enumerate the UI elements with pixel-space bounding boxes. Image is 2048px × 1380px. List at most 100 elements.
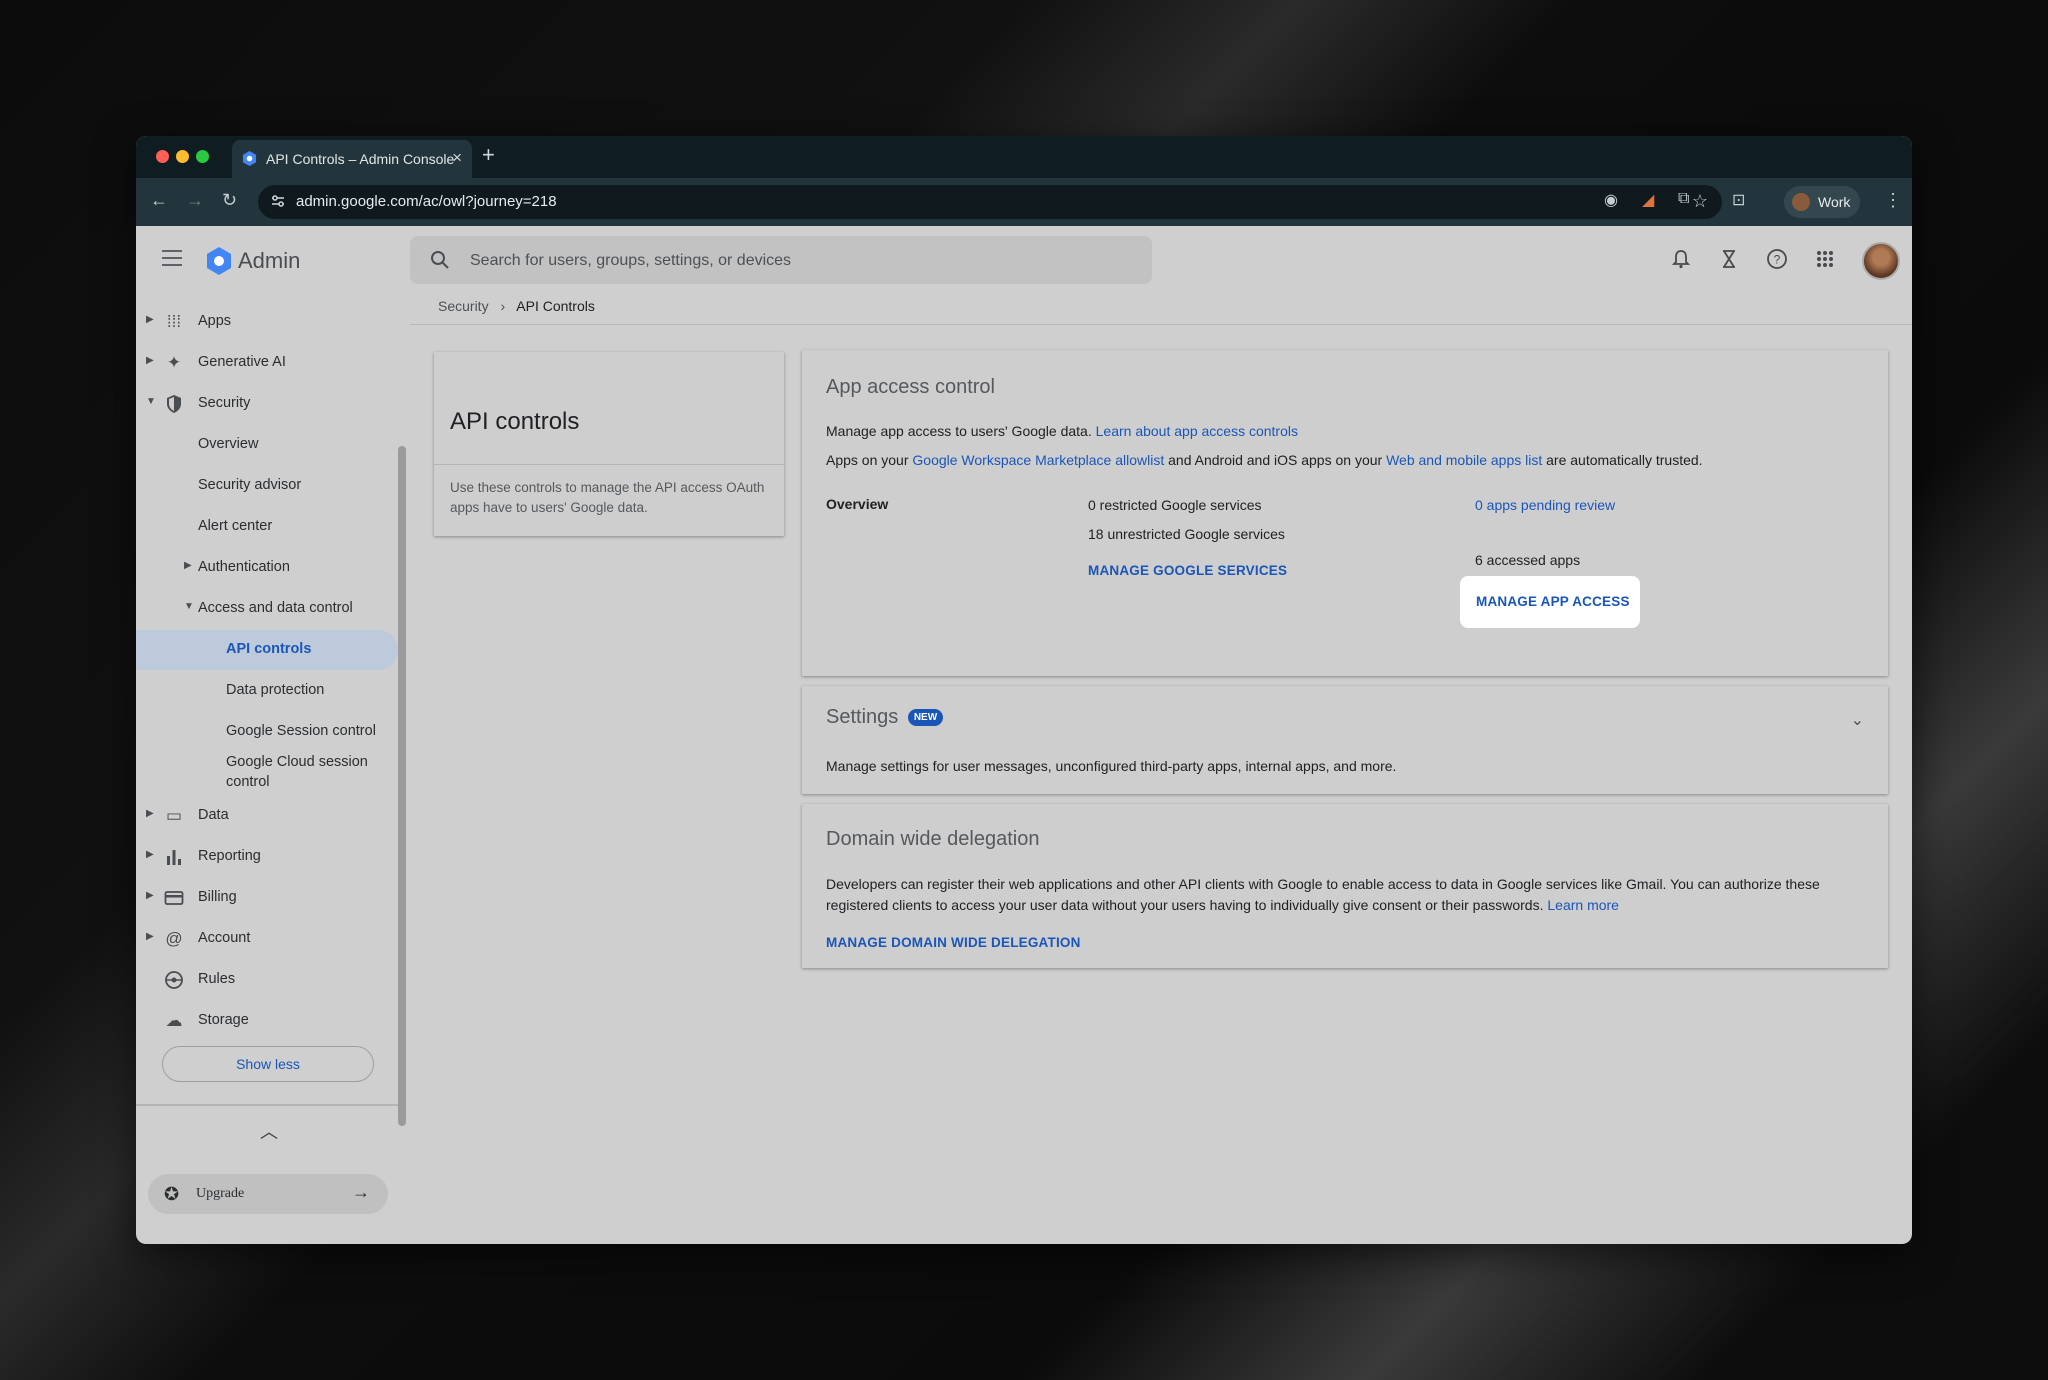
sidebar-item-label: Security advisor [198,477,302,493]
back-icon[interactable]: ← [150,190,168,211]
cloud-icon: ☁ [165,1011,183,1030]
accessed-apps-count: 6 accessed apps [1475,552,1581,568]
url-text: admin.google.com/ac/owl?journey=218 [296,193,557,210]
sidebar-item-label: Overview [198,436,259,452]
maximize-window-button[interactable] [196,150,209,163]
expand-caret-icon: ▶ [146,355,154,366]
app-name: Admin [238,248,301,273]
site-info-icon[interactable] [270,193,286,209]
sidebar-item-account[interactable]: ▶ @ Account [136,919,398,959]
learn-more-link[interactable]: Learn more [1547,897,1619,913]
minimize-window-button[interactable] [176,150,189,163]
sidebar-item-label: Reporting [198,848,261,864]
sidebar-item-label: Google Session control [226,723,376,739]
address-bar[interactable]: admin.google.com/ac/owl?journey=218 ☆ [258,185,1722,219]
app-header: Admin ? [136,226,1912,294]
extensions-puzzle-icon[interactable]: ⧉ [1678,190,1689,208]
sidebar-item-label: Security [198,395,251,411]
bookmark-star-icon[interactable]: ☆ [1692,191,1708,212]
show-less-button[interactable]: Show less [162,1046,374,1082]
browser-toolbar: ← → ↻ admin.google.com/ac/owl?journey=21… [136,178,1912,226]
line2-text-a: Apps on your [826,452,909,468]
info-card-title: API controls [450,408,580,435]
sidebar-item-authentication[interactable]: ▶ Authentication [136,548,398,588]
sidebar-scrollbar[interactable] [398,446,406,1126]
notifications-bell-icon[interactable] [1670,248,1692,270]
apps-grid-icon[interactable] [1814,248,1836,270]
profile-avatar [1792,193,1810,211]
forward-icon[interactable]: → [186,190,204,211]
breadcrumb-security[interactable]: Security [438,298,489,314]
extension-icon[interactable]: ◢ [1642,190,1654,210]
manage-app-access-button[interactable]: MANAGE APP ACCESS [1476,594,1630,609]
delegation-title: Domain wide delegation [826,828,1040,850]
apps-grid-icon: ⁞⁞⁞ [166,312,182,331]
sidebar-item-rules[interactable]: Rules [136,960,398,1000]
sidebar-item-label: Generative AI [198,354,286,370]
delegation-line2: registered clients to access your user d… [826,897,1619,913]
main-menu-icon[interactable] [162,250,182,266]
search-input[interactable] [468,248,1112,274]
app-access-line2: Apps on your Google Workspace Marketplac… [826,452,1703,468]
sidebar-item-label: Rules [198,971,236,987]
app-access-title: App access control [826,376,995,398]
breadcrumb-current: API Controls [516,298,595,314]
apps-pending-review-link[interactable]: 0 apps pending review [1475,497,1615,513]
sidebar-item-storage[interactable]: ☁ Storage [136,1001,398,1041]
learn-app-access-link[interactable]: Learn about app access controls [1096,423,1298,439]
sidebar-item-security-advisor[interactable]: Security advisor [136,466,398,506]
sidebar-item-google-cloud-session-control[interactable]: Google Cloud session control [136,746,398,792]
shield-icon [167,395,181,413]
sidebar-item-label: Authentication [198,559,290,575]
rules-wheel-icon [165,971,183,989]
sidebar-item-apps[interactable]: ▶ ⁞⁞⁞ Apps [136,302,398,342]
account-avatar[interactable] [1862,242,1900,280]
password-manager-icon[interactable]: ◉ [1604,190,1618,210]
settings-title: Settings NEW [826,706,944,729]
at-sign-icon: @ [165,929,183,948]
info-card-divider [434,464,784,465]
sidebar-item-access-and-data-control[interactable]: ▼ Access and data control [136,589,398,629]
settings-card[interactable]: Settings NEW ⌄ Manage settings for user … [802,686,1888,794]
line2-text-c: are automatically trusted. [1546,452,1703,468]
close-tab-icon[interactable]: × [452,148,462,168]
svg-text:?: ? [1774,253,1781,267]
sidebar-item-overview[interactable]: Overview [136,425,398,465]
sparkle-icon: ✦ [166,353,182,372]
settings-description: Manage settings for user messages, uncon… [826,758,1397,774]
line2-text-b: and Android and iOS apps on your [1168,452,1383,468]
browser-menu-icon[interactable]: ⋮ [1884,190,1902,211]
browser-tab[interactable]: API Controls – Admin Console × [232,140,472,178]
overview-label: Overview [826,496,889,512]
tasks-hourglass-icon[interactable] [1718,248,1740,270]
search-bar[interactable] [410,236,1152,284]
api-controls-info-card: API controls Use these controls to manag… [434,352,784,536]
sidebar-item-security[interactable]: ▼ Security [136,384,398,424]
manage-domain-wide-delegation-button[interactable]: MANAGE DOMAIN WIDE DELEGATION [826,935,1081,950]
delegation-line2-text: registered clients to access your user d… [826,897,1544,913]
profile-button[interactable]: Work [1784,186,1860,218]
sidebar-item-label: Alert center [198,518,273,534]
sidebar-item-data-protection[interactable]: Data protection [136,671,398,711]
manage-google-services-button[interactable]: MANAGE GOOGLE SERVICES [1088,563,1287,578]
upgrade-button[interactable]: ✪ Upgrade → [148,1174,388,1214]
collapse-chevron-up-icon[interactable]: ︿ [260,1118,278,1144]
collapse-caret-icon: ▼ [184,601,194,612]
admin-favicon-icon [242,151,257,166]
web-mobile-apps-link[interactable]: Web and mobile apps list [1386,452,1542,468]
help-icon[interactable]: ? [1766,248,1788,270]
sidebar-item-reporting[interactable]: ▶ Reporting [136,837,398,877]
sidebar-item-billing[interactable]: ▶ Billing [136,878,398,918]
sidebar-item-api-controls[interactable]: API controls [136,630,398,670]
new-tab-button[interactable]: + [482,142,495,168]
close-window-button[interactable] [156,150,169,163]
sidebar-item-alert-center[interactable]: Alert center [136,507,398,547]
reload-icon[interactable]: ↻ [222,190,237,211]
chevron-down-icon[interactable]: ⌄ [1851,710,1864,730]
marketplace-allowlist-link[interactable]: Google Workspace Marketplace allowlist [912,452,1164,468]
sidebar-item-label: Data [198,807,229,823]
sidebar-item-data[interactable]: ▶ ▭ Data [136,796,398,836]
domain-wide-delegation-card: Domain wide delegation Developers can re… [802,804,1888,968]
sidebar-item-generative-ai[interactable]: ▶ ✦ Generative AI [136,343,398,383]
tab-search-icon[interactable]: ⊡ [1732,190,1745,210]
